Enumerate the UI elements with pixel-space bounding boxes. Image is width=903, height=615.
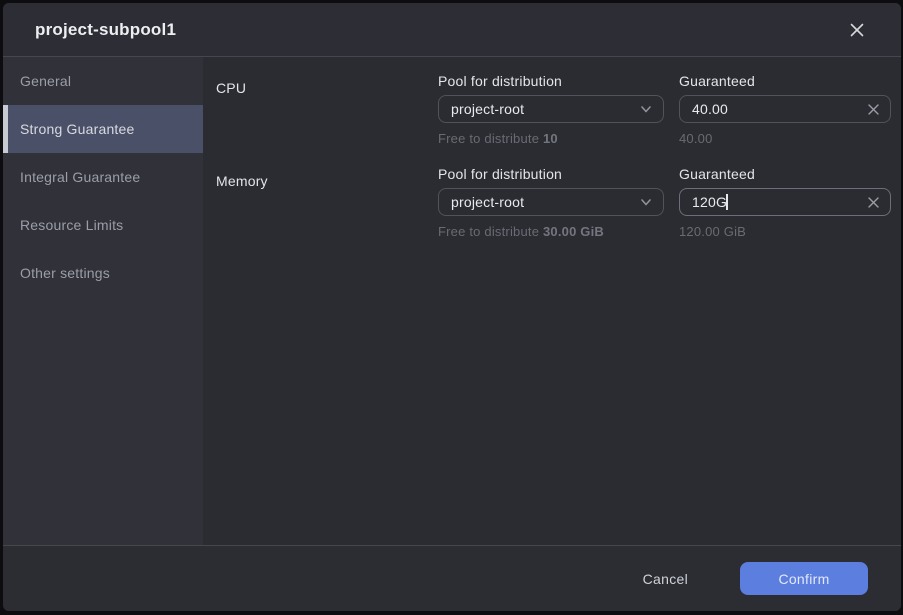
- strong-guarantee-panel: CPU Pool for distribution project-root F…: [203, 57, 901, 545]
- cpu-row: CPU Pool for distribution project-root F…: [216, 74, 901, 146]
- dialog-body: General Strong Guarantee Integral Guaran…: [3, 57, 901, 545]
- sidebar-item-integral-guarantee[interactable]: Integral Guarantee: [3, 153, 203, 201]
- memory-guaranteed-field: Guaranteed 120.00 GiB: [679, 167, 891, 239]
- memory-free-to-distribute-hint: Free to distribute 30.00 GiB: [438, 224, 664, 239]
- memory-row: Memory Pool for distribution project-roo…: [216, 167, 901, 239]
- cpu-pool-select[interactable]: project-root: [438, 95, 664, 123]
- cpu-section-label: CPU: [216, 74, 423, 146]
- close-icon: [849, 22, 865, 38]
- sidebar-item-label: General: [20, 73, 71, 89]
- pool-for-distribution-label: Pool for distribution: [438, 74, 664, 88]
- dialog-header: project-subpool1: [3, 3, 901, 57]
- confirm-button[interactable]: Confirm: [740, 562, 868, 595]
- memory-pool-select[interactable]: project-root: [438, 188, 664, 216]
- clear-input-icon[interactable]: [867, 196, 880, 209]
- chevron-down-icon: [639, 195, 653, 209]
- chevron-down-icon: [639, 102, 653, 116]
- sidebar-item-strong-guarantee[interactable]: Strong Guarantee: [3, 105, 203, 153]
- memory-guaranteed-input[interactable]: [692, 194, 861, 210]
- sidebar-item-label: Resource Limits: [20, 217, 123, 233]
- sidebar-item-general[interactable]: General: [3, 57, 203, 105]
- sidebar-item-resource-limits[interactable]: Resource Limits: [3, 201, 203, 249]
- cpu-guaranteed-input[interactable]: [692, 101, 861, 117]
- pool-for-distribution-label: Pool for distribution: [438, 167, 664, 181]
- sidebar-item-label: Strong Guarantee: [20, 121, 135, 137]
- sidebar-item-label: Other settings: [20, 265, 110, 281]
- memory-guaranteed-hint: 120.00 GiB: [679, 224, 891, 239]
- subpool-settings-dialog: project-subpool1 General Strong Guarante…: [3, 3, 901, 611]
- cpu-guaranteed-hint: 40.00: [679, 131, 891, 146]
- memory-guaranteed-input-wrap: [679, 188, 891, 216]
- cpu-guaranteed-field: Guaranteed 40.00: [679, 74, 891, 146]
- memory-pool-selected-value: project-root: [451, 194, 633, 210]
- cpu-guaranteed-input-wrap: [679, 95, 891, 123]
- text-cursor: [726, 194, 728, 210]
- clear-input-icon[interactable]: [867, 103, 880, 116]
- memory-pool-field: Pool for distribution project-root Free …: [438, 167, 664, 239]
- dialog-footer: Cancel Confirm: [3, 545, 901, 611]
- dialog-title: project-subpool1: [35, 20, 843, 40]
- cpu-pool-selected-value: project-root: [451, 101, 633, 117]
- guaranteed-label: Guaranteed: [679, 74, 891, 88]
- cpu-free-to-distribute-hint: Free to distribute 10: [438, 131, 664, 146]
- close-button[interactable]: [843, 16, 871, 44]
- memory-section-label: Memory: [216, 167, 423, 239]
- sidebar-item-label: Integral Guarantee: [20, 169, 140, 185]
- guaranteed-label: Guaranteed: [679, 167, 891, 181]
- settings-sidebar: General Strong Guarantee Integral Guaran…: [3, 57, 203, 545]
- cancel-button[interactable]: Cancel: [623, 563, 708, 595]
- cpu-pool-field: Pool for distribution project-root Free …: [438, 74, 664, 146]
- sidebar-item-other-settings[interactable]: Other settings: [3, 249, 203, 297]
